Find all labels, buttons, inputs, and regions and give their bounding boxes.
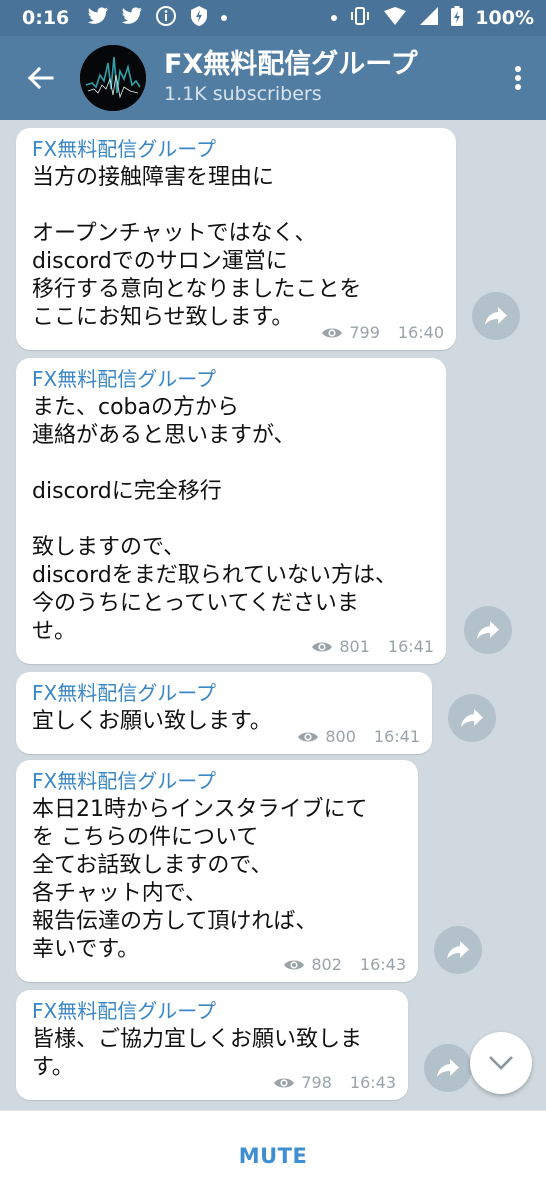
forward-icon [477, 621, 499, 639]
more-options-button[interactable] [490, 36, 546, 120]
channel-title: FX無料配信グループ [164, 49, 418, 80]
message-sender[interactable]: FX無料配信グループ [32, 136, 442, 162]
eye-icon [322, 328, 343, 337]
view-count: 802 [311, 955, 342, 974]
twitter-icon [87, 7, 109, 29]
view-count: 801 [339, 637, 370, 656]
message-sender[interactable]: FX無料配信グループ [32, 366, 432, 392]
message-bubble[interactable]: FX無料配信グループ 当方の接触障害を理由に オープンチャットではなく、 dis… [16, 128, 456, 350]
info-icon [155, 5, 177, 31]
message-text: また、cobaの方から 連絡があると思いますが、 discordに完全移行 致し… [32, 395, 398, 644]
forward-icon [437, 1059, 459, 1077]
share-button[interactable] [464, 606, 512, 654]
system-icons: 100% [331, 6, 534, 30]
bottom-bar: MUTE [0, 1110, 546, 1200]
message-sender[interactable]: FX無料配信グループ [32, 768, 404, 794]
bolt-shield-icon [189, 5, 209, 31]
message-meta: 799 16:40 [321, 323, 444, 342]
channel-info[interactable]: FX無料配信グループ 1.1K subscribers [164, 49, 418, 107]
eye-icon [312, 642, 333, 651]
message-list[interactable]: FX無料配信グループ 当方の接触障害を理由に オープンチャットではなく、 dis… [0, 120, 546, 1110]
forward-icon [485, 307, 507, 325]
eye-icon [298, 732, 319, 741]
view-count: 799 [349, 323, 380, 342]
share-button[interactable] [434, 926, 482, 974]
message-time: 16:41 [387, 637, 434, 656]
mute-button[interactable]: MUTE [209, 1134, 338, 1178]
message-bubble[interactable]: FX無料配信グループ また、cobaの方から 連絡があると思いますが、 disc… [16, 358, 446, 664]
eye-icon [284, 960, 305, 969]
twitter-icon [121, 7, 143, 29]
message-text: 本日21時からインスタライブにて を こちらの件について 全てお話致しますので、… [32, 797, 368, 962]
chat-header: FX無料配信グループ 1.1K subscribers [0, 36, 546, 120]
back-button[interactable] [0, 36, 80, 120]
view-count: 798 [301, 1073, 332, 1092]
share-button[interactable] [472, 292, 520, 340]
message-meta: 800 16:41 [297, 727, 420, 746]
message-time: 16:43 [349, 1073, 396, 1092]
battery-charging-icon [451, 6, 464, 30]
arrow-left-icon [27, 66, 54, 90]
message-meta: 801 16:41 [311, 637, 434, 656]
chevron-down-icon [489, 1056, 513, 1070]
message-bubble[interactable]: FX無料配信グループ 皆様、ご協力宜しくお願い致しま す。 798 16:43 [16, 990, 408, 1100]
message-sender[interactable]: FX無料配信グループ [32, 680, 418, 706]
notification-icons [87, 5, 228, 31]
vibrate-icon [349, 6, 371, 30]
notification-dot-icon [331, 15, 338, 21]
message-meta: 798 16:43 [273, 1073, 396, 1092]
scroll-to-bottom-button[interactable] [470, 1032, 532, 1094]
more-vertical-icon [515, 66, 521, 90]
forward-icon [447, 941, 469, 959]
message-time: 16:41 [373, 727, 420, 746]
view-count: 800 [325, 727, 356, 746]
signal-icon [419, 6, 439, 30]
channel-avatar[interactable] [80, 45, 146, 111]
forward-icon [461, 709, 483, 727]
share-button[interactable] [424, 1044, 472, 1092]
message-meta: 802 16:43 [283, 955, 406, 974]
message-time: 16:43 [359, 955, 406, 974]
battery-percent: 100% [475, 7, 534, 29]
eye-icon [274, 1078, 295, 1087]
subscriber-count: 1.1K subscribers [164, 83, 322, 105]
status-time: 0:16 [22, 7, 70, 29]
message-sender[interactable]: FX無料配信グループ [32, 998, 394, 1024]
message-text: 当方の接触障害を理由に オープンチャットではなく、 discordでのサロン運営… [32, 165, 362, 330]
share-button[interactable] [448, 694, 496, 742]
message-bubble[interactable]: FX無料配信グループ 宜しくお願い致します。 800 16:41 [16, 672, 432, 754]
message-bubble[interactable]: FX無料配信グループ 本日21時からインスタライブにて を こちらの件について … [16, 760, 418, 982]
notification-dot-icon [221, 15, 228, 21]
message-time: 16:40 [397, 323, 444, 342]
wifi-icon [383, 6, 407, 30]
status-bar: 0:16 100% [0, 0, 546, 36]
